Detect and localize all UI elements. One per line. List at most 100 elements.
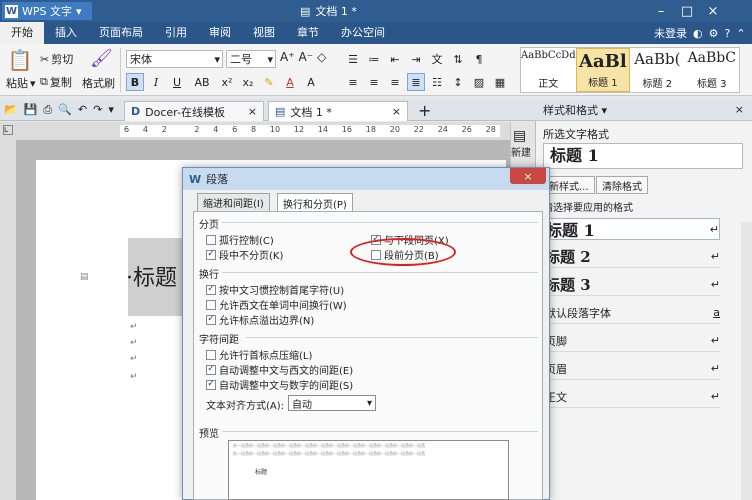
font-name-select[interactable]: 宋体 ▾	[126, 50, 223, 68]
menu-references[interactable]: 引用	[154, 22, 198, 44]
allow-word-break-option[interactable]: 允许西文在单词中间换行(W)	[206, 297, 347, 312]
cut-button[interactable]: ✂ 剪切	[40, 51, 73, 67]
style-heading-3[interactable]: AaBbC 标题 3	[685, 48, 739, 92]
compress-punctuation-option[interactable]: 允许行首标点压缩(L)	[206, 347, 312, 362]
clear-format-icon[interactable]: ◇	[317, 50, 326, 64]
align-right-icon[interactable]: ≡	[386, 73, 404, 91]
redo-icon[interactable]: ↷	[93, 103, 102, 117]
text-alignment-select[interactable]: 自动 ▾	[288, 395, 376, 411]
punctuation-overflow-option[interactable]: ✓ 允许标点溢出边界(N)	[206, 312, 314, 327]
tab-stop-icon[interactable]: L	[3, 125, 13, 135]
increase-indent-icon[interactable]: ⇥	[407, 50, 425, 68]
clear-format-button[interactable]: 清除格式	[596, 176, 648, 194]
vertical-ruler[interactable]	[0, 140, 16, 500]
restore-button[interactable]: □	[674, 0, 700, 22]
subscript-icon[interactable]: x₂	[239, 73, 257, 91]
menu-office-space[interactable]: 办公空间	[330, 22, 396, 44]
paste-button[interactable]: 粘贴 ▾	[6, 75, 36, 91]
sort-icon[interactable]: ⇅	[449, 50, 467, 68]
pane-style-heading-1[interactable]: 标题 1 ↵	[545, 218, 720, 240]
show-marks-icon[interactable]: ¶	[470, 50, 488, 68]
pane-style-heading-3[interactable]: 标题 3 ↵	[545, 274, 720, 296]
print-preview-icon[interactable]: 🔍	[58, 103, 72, 117]
format-painter-button[interactable]: 格式刷	[82, 75, 115, 91]
document-heading[interactable]: ·标题	[126, 260, 177, 292]
justify-icon[interactable]: ≣	[407, 73, 425, 91]
dialog-close-button[interactable]: ×	[510, 168, 546, 184]
paste-icon[interactable]: 📋	[6, 48, 34, 74]
tab-document-1[interactable]: ▤ 文档 1 * ×	[268, 101, 408, 121]
format-painter-icon[interactable]: 🖌	[90, 48, 113, 69]
horizontal-ruler[interactable]: 6 4 2 2 4 6 8 10 12 14 16 18 20 22 24 26 28	[120, 125, 500, 137]
style-heading-2[interactable]: AaBb(标题 2	[630, 48, 684, 92]
keep-lines-together-option[interactable]: ✓ 段中不分页(K)	[206, 247, 283, 262]
checkbox[interactable]: ✓	[206, 364, 216, 375]
menu-home[interactable]: 开始	[0, 22, 44, 44]
menu-insert[interactable]: 插入	[44, 22, 88, 44]
bold-icon[interactable]: B	[126, 73, 144, 91]
new-button[interactable]: 新建	[511, 144, 531, 159]
paragraph-handle-icon[interactable]: ▤	[80, 272, 89, 282]
tab-line-page-breaks[interactable]: 换行和分页(P)	[277, 193, 353, 213]
chinese-rules-option[interactable]: ✓ 按中文习惯控制首尾字符(U)	[206, 282, 344, 297]
selected-style-box[interactable]: 标题 1	[543, 143, 743, 169]
help-icon[interactable]: ?	[724, 27, 730, 40]
app-menu-button[interactable]: W WPS 文字 ▾	[2, 2, 92, 20]
open-icon[interactable]: 📂	[4, 103, 18, 117]
char-border-icon[interactable]: A	[302, 73, 320, 91]
menu-section[interactable]: 章节	[286, 22, 330, 44]
login-link[interactable]: 未登录	[654, 25, 687, 41]
shading-icon[interactable]: ▨	[470, 73, 488, 91]
checkbox[interactable]: ✓	[206, 314, 216, 325]
checkbox[interactable]: ✓	[206, 284, 216, 295]
tab-indent-spacing[interactable]: 缩进和间距(I)	[197, 193, 270, 212]
settings-icon[interactable]: ⚙	[709, 27, 719, 40]
auto-space-western-option[interactable]: ✓ 自动调整中文与西文的间距(E)	[206, 362, 353, 377]
superscript-icon[interactable]: x²	[218, 73, 236, 91]
line-spacing-icon[interactable]: ↕	[449, 73, 467, 91]
new-document-icon[interactable]: ▤	[513, 128, 526, 144]
save-icon[interactable]: 💾	[24, 103, 38, 117]
undo-icon[interactable]: ↶	[78, 103, 87, 117]
menu-view[interactable]: 视图	[242, 22, 286, 44]
tab-docer-template[interactable]: D Docer-在线模板 ×	[124, 101, 264, 121]
customize-icon[interactable]: ▾	[108, 103, 114, 117]
checkbox[interactable]	[206, 299, 216, 310]
skin-icon[interactable]: ◐	[693, 27, 703, 40]
font-size-select[interactable]: 二号 ▾	[226, 50, 276, 68]
font-color-icon[interactable]: A	[281, 73, 299, 91]
pane-scrollbar[interactable]	[741, 222, 752, 500]
decrease-indent-icon[interactable]: ⇤	[386, 50, 404, 68]
checkbox[interactable]	[206, 349, 216, 360]
pane-style-header[interactable]: 页眉 ↵	[545, 358, 720, 380]
numbered-list-icon[interactable]: ≔	[365, 50, 383, 68]
pane-style-default-font[interactable]: 默认段落字体 a	[545, 302, 720, 324]
grow-font-icon[interactable]: A⁺	[280, 50, 295, 64]
new-style-button[interactable]: 新样式...	[543, 176, 595, 194]
bullet-list-icon[interactable]: ☰	[344, 50, 362, 68]
dialog-title-bar[interactable]: W 段落	[183, 168, 549, 190]
minimize-button[interactable]: –	[648, 0, 674, 22]
style-normal[interactable]: AaBbCcDd 正文	[521, 48, 576, 92]
new-tab-icon[interactable]: +	[418, 101, 431, 120]
copy-button[interactable]: ⧉ 复制	[40, 74, 72, 90]
close-tab-icon[interactable]: ×	[392, 105, 401, 118]
pane-style-heading-2[interactable]: 标题 2 ↵	[545, 246, 720, 268]
menu-page-layout[interactable]: 页面布局	[88, 22, 154, 44]
close-window-button[interactable]: ×	[700, 0, 726, 22]
chinese-layout-icon[interactable]: 文	[428, 50, 446, 68]
widow-control-option[interactable]: 孤行控制(C)	[206, 232, 274, 247]
checkbox[interactable]: ✓	[206, 249, 216, 260]
checkbox[interactable]	[206, 234, 216, 245]
pane-title[interactable]: 样式和格式 ▾	[543, 102, 607, 118]
menu-review[interactable]: 审阅	[198, 22, 242, 44]
close-pane-icon[interactable]: ×	[735, 103, 752, 116]
pane-style-footer[interactable]: 页脚 ↵	[545, 330, 720, 352]
distribute-icon[interactable]: ☷	[428, 73, 446, 91]
align-left-icon[interactable]: ≡	[344, 73, 362, 91]
style-heading-1[interactable]: AaBl 标题 1	[575, 48, 631, 92]
close-tab-icon[interactable]: ×	[248, 105, 257, 118]
checkbox[interactable]: ✓	[206, 379, 216, 390]
print-icon[interactable]: ⎙	[43, 103, 52, 117]
collapse-ribbon-icon[interactable]: ⌃	[736, 27, 745, 40]
